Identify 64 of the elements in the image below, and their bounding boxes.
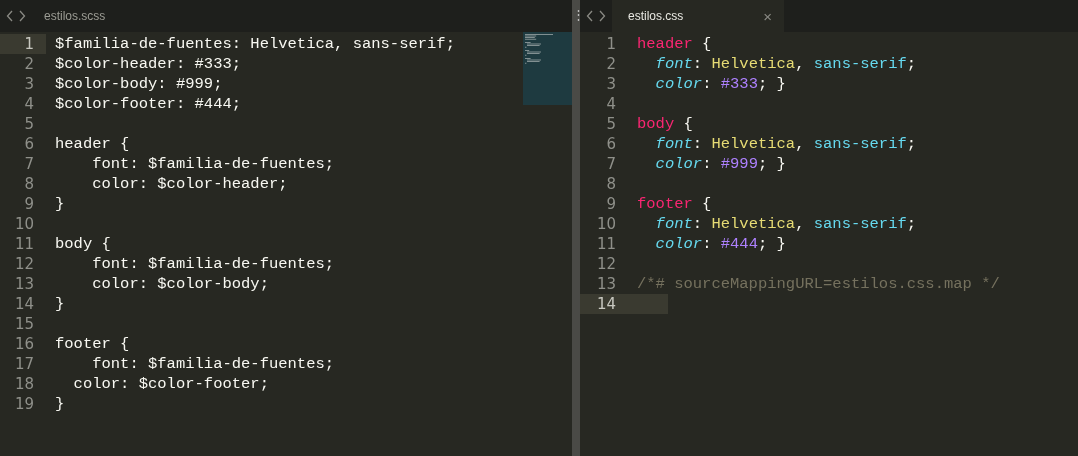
code-line: } — [54, 394, 66, 414]
line-number: 13 — [13, 274, 35, 294]
line-number: 3 — [23, 74, 35, 94]
more-icon[interactable]: ⋮ — [572, 8, 580, 22]
code-line: } — [54, 294, 66, 314]
code-line: color: #333; } — [654, 74, 787, 94]
code-line: $color-header: #333; — [54, 54, 243, 74]
code-line: font: $familia-de-fuentes; — [91, 154, 336, 174]
line-number: 16 — [13, 334, 35, 354]
line-number: 2 — [605, 54, 617, 74]
line-number: 1 — [0, 34, 46, 54]
line-number: 10 — [595, 214, 617, 234]
code-line: font: Helvetica, sans-serif; — [654, 214, 918, 234]
code-line: font: Helvetica, sans-serif; — [654, 134, 918, 154]
line-number: 14 — [580, 294, 628, 314]
code-line: body { — [54, 234, 112, 254]
code-line: footer { — [54, 334, 131, 354]
code-line: color: #444; } — [654, 234, 787, 254]
line-number: 2 — [23, 54, 35, 74]
code-line: header { — [54, 134, 131, 154]
line-number: 5 — [23, 114, 35, 134]
line-number: 9 — [23, 194, 35, 214]
code-line: font: $familia-de-fuentes; — [91, 354, 336, 374]
line-number: 12 — [595, 254, 617, 274]
code-line: body { — [636, 114, 694, 134]
line-number: 4 — [23, 94, 35, 114]
code-line: /*# sourceMappingURL=estilos.css.map */ — [636, 274, 1001, 294]
line-number: 7 — [23, 154, 35, 174]
line-number: 8 — [605, 174, 617, 194]
line-number: 8 — [23, 174, 35, 194]
code-line: color: $color-footer; — [72, 374, 270, 394]
code-line: font: $familia-de-fuentes; — [91, 254, 336, 274]
minimap-drawing[interactable] — [523, 32, 572, 105]
file-tab[interactable]: estilos.scss — [32, 0, 118, 32]
line-number: 3 — [605, 74, 617, 94]
line-number: 17 — [13, 354, 35, 374]
code-line: $familia-de-fuentes: Helvetica, sans-serif; — [54, 34, 456, 54]
code-line: $color-body: #999; — [54, 74, 224, 94]
line-number: 13 — [595, 274, 617, 294]
line-number: 11 — [13, 234, 35, 254]
line-number: 9 — [605, 194, 617, 214]
line-number: 6 — [23, 134, 35, 154]
code-line: footer { — [636, 194, 713, 214]
code-line: color: $color-header; — [91, 174, 289, 194]
line-number: 12 — [13, 254, 35, 274]
line-number: 4 — [605, 94, 617, 114]
line-number: 6 — [605, 134, 617, 154]
line-number: 14 — [13, 294, 35, 314]
line-number: 19 — [13, 394, 35, 414]
line-number: 7 — [605, 154, 617, 174]
code-line: color: $color-body; — [91, 274, 270, 294]
code-line: } — [54, 194, 66, 214]
line-number: 5 — [605, 114, 617, 134]
line-number: 10 — [13, 214, 35, 234]
line-number: 11 — [595, 234, 617, 254]
line-number: 1 — [605, 34, 617, 54]
line-number: 15 — [13, 314, 35, 334]
close-icon[interactable]: × — [763, 7, 772, 25]
code-line: color: #999; } — [654, 154, 787, 174]
code-line: $color-footer: #444; — [54, 94, 243, 114]
line-number: 18 — [13, 374, 35, 394]
code-line: header { — [636, 34, 713, 54]
file-tab[interactable]: estilos.css × — [612, 0, 784, 32]
code-line: font: Helvetica, sans-serif; — [654, 54, 918, 74]
